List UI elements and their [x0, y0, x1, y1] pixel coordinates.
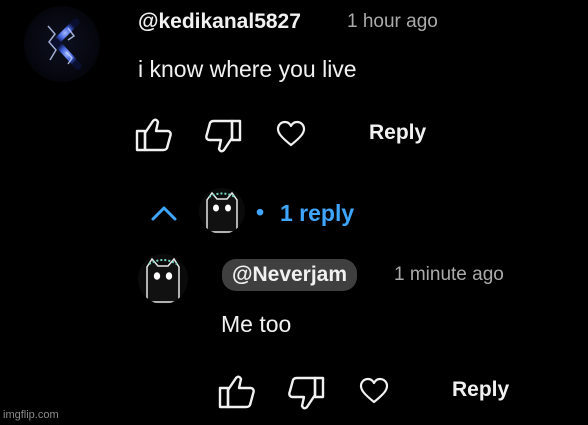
avatar-kedikanal[interactable]: [24, 6, 100, 82]
dislike-button[interactable]: [203, 117, 243, 155]
replies-toggle-label[interactable]: 1 reply: [280, 200, 354, 227]
heart-icon: [276, 120, 306, 147]
imgflip-watermark: imgflip.com: [3, 409, 59, 421]
replies-bullet: •: [256, 199, 265, 225]
collapse-replies-button[interactable]: [150, 203, 178, 223]
reply-text: Me too: [221, 311, 292, 337]
heart-button[interactable]: [275, 119, 307, 149]
black-cat-icon: [206, 191, 238, 233]
reply-button[interactable]: Reply: [369, 121, 426, 145]
comment-text: i know where you live: [138, 56, 357, 82]
like-button[interactable]: [134, 116, 174, 154]
thumbs-down-icon: [288, 376, 325, 410]
reply-heart-button[interactable]: [358, 376, 390, 406]
comment-author[interactable]: @kedikanal5827: [138, 10, 301, 34]
reply-dislike-button[interactable]: [286, 374, 326, 412]
thumbs-down-icon: [205, 119, 242, 153]
thumbs-up-icon: [218, 375, 255, 409]
heart-icon: [359, 377, 389, 404]
avatar-neverjam[interactable]: [138, 254, 188, 304]
reply-reply-button[interactable]: Reply: [452, 378, 509, 402]
comment-time[interactable]: 1 hour ago: [347, 11, 438, 33]
k-logo-icon: [47, 18, 82, 70]
reply-time[interactable]: 1 minute ago: [394, 264, 504, 286]
reply-author-pill[interactable]: @Neverjam: [222, 259, 358, 291]
chevron-up-icon: [151, 206, 177, 221]
replier-avatar-small: [199, 188, 245, 234]
black-cat-icon: [146, 257, 180, 303]
thumbs-up-icon: [135, 118, 172, 152]
reply-like-button[interactable]: [217, 373, 257, 411]
